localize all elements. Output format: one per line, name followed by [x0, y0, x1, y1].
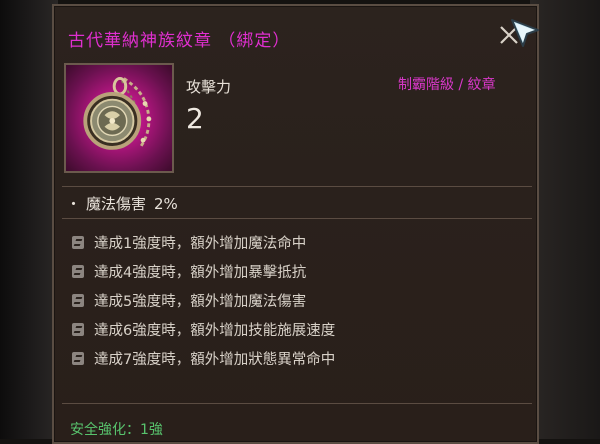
bonus-stat-value: 2% — [154, 195, 178, 213]
divider — [62, 186, 532, 187]
safe-enhance-info: 安全強化：1強 — [70, 422, 163, 438]
set-effect-icon — [72, 236, 84, 249]
item-title: 古代華納神族紋章 （綁定） — [68, 31, 291, 51]
divider — [62, 403, 532, 404]
background-left — [0, 0, 58, 439]
item-tooltip: 古代華納神族紋章 （綁定） 攻擊力 2 制霸階級 / 紋章 ・魔法傷害 2% 達… — [52, 4, 539, 444]
list-item: 達成7強度時，額外增加狀態異常命中 — [72, 344, 335, 373]
list-item: 達成1強度時，額外增加魔法命中 — [72, 228, 335, 257]
background-right — [530, 0, 600, 439]
emblem-medallion-icon — [83, 77, 152, 150]
list-item: 達成6強度時，額外增加技能施展速度 — [72, 315, 335, 344]
item-icon-frame — [64, 63, 174, 173]
set-effect-text: 達成4強度時，額外增加暴擊抵抗 — [94, 265, 307, 281]
attack-stat-value: 2 — [186, 102, 204, 135]
cursor-pointer-icon — [511, 19, 539, 47]
set-effect-text: 達成6強度時，額外增加技能施展速度 — [94, 323, 336, 339]
set-effect-text: 達成5強度時，額外增加魔法傷害 — [94, 294, 307, 310]
divider — [62, 218, 532, 219]
set-effect-icon — [72, 323, 84, 336]
bonus-stat: ・魔法傷害 2% — [66, 193, 178, 214]
set-effect-icon — [72, 265, 84, 278]
set-effect-icon — [72, 352, 84, 365]
set-effect-icon — [72, 294, 84, 307]
set-effect-list: 達成1強度時，額外增加魔法命中 達成4強度時，額外增加暴擊抵抗 達成5強度時，額… — [72, 228, 335, 373]
bullet: ・ — [66, 195, 82, 213]
bonus-stat-label: 魔法傷害 — [86, 195, 147, 213]
list-item: 達成4強度時，額外增加暴擊抵抗 — [72, 257, 335, 286]
attack-stat-label: 攻擊力 — [186, 78, 232, 96]
set-effect-text: 達成1強度時，額外增加魔法命中 — [94, 236, 307, 252]
item-category: 制霸階級 / 紋章 — [398, 77, 496, 93]
list-item: 達成5強度時，額外增加魔法傷害 — [72, 286, 335, 315]
set-effect-text: 達成7強度時，額外增加狀態異常命中 — [94, 352, 336, 368]
